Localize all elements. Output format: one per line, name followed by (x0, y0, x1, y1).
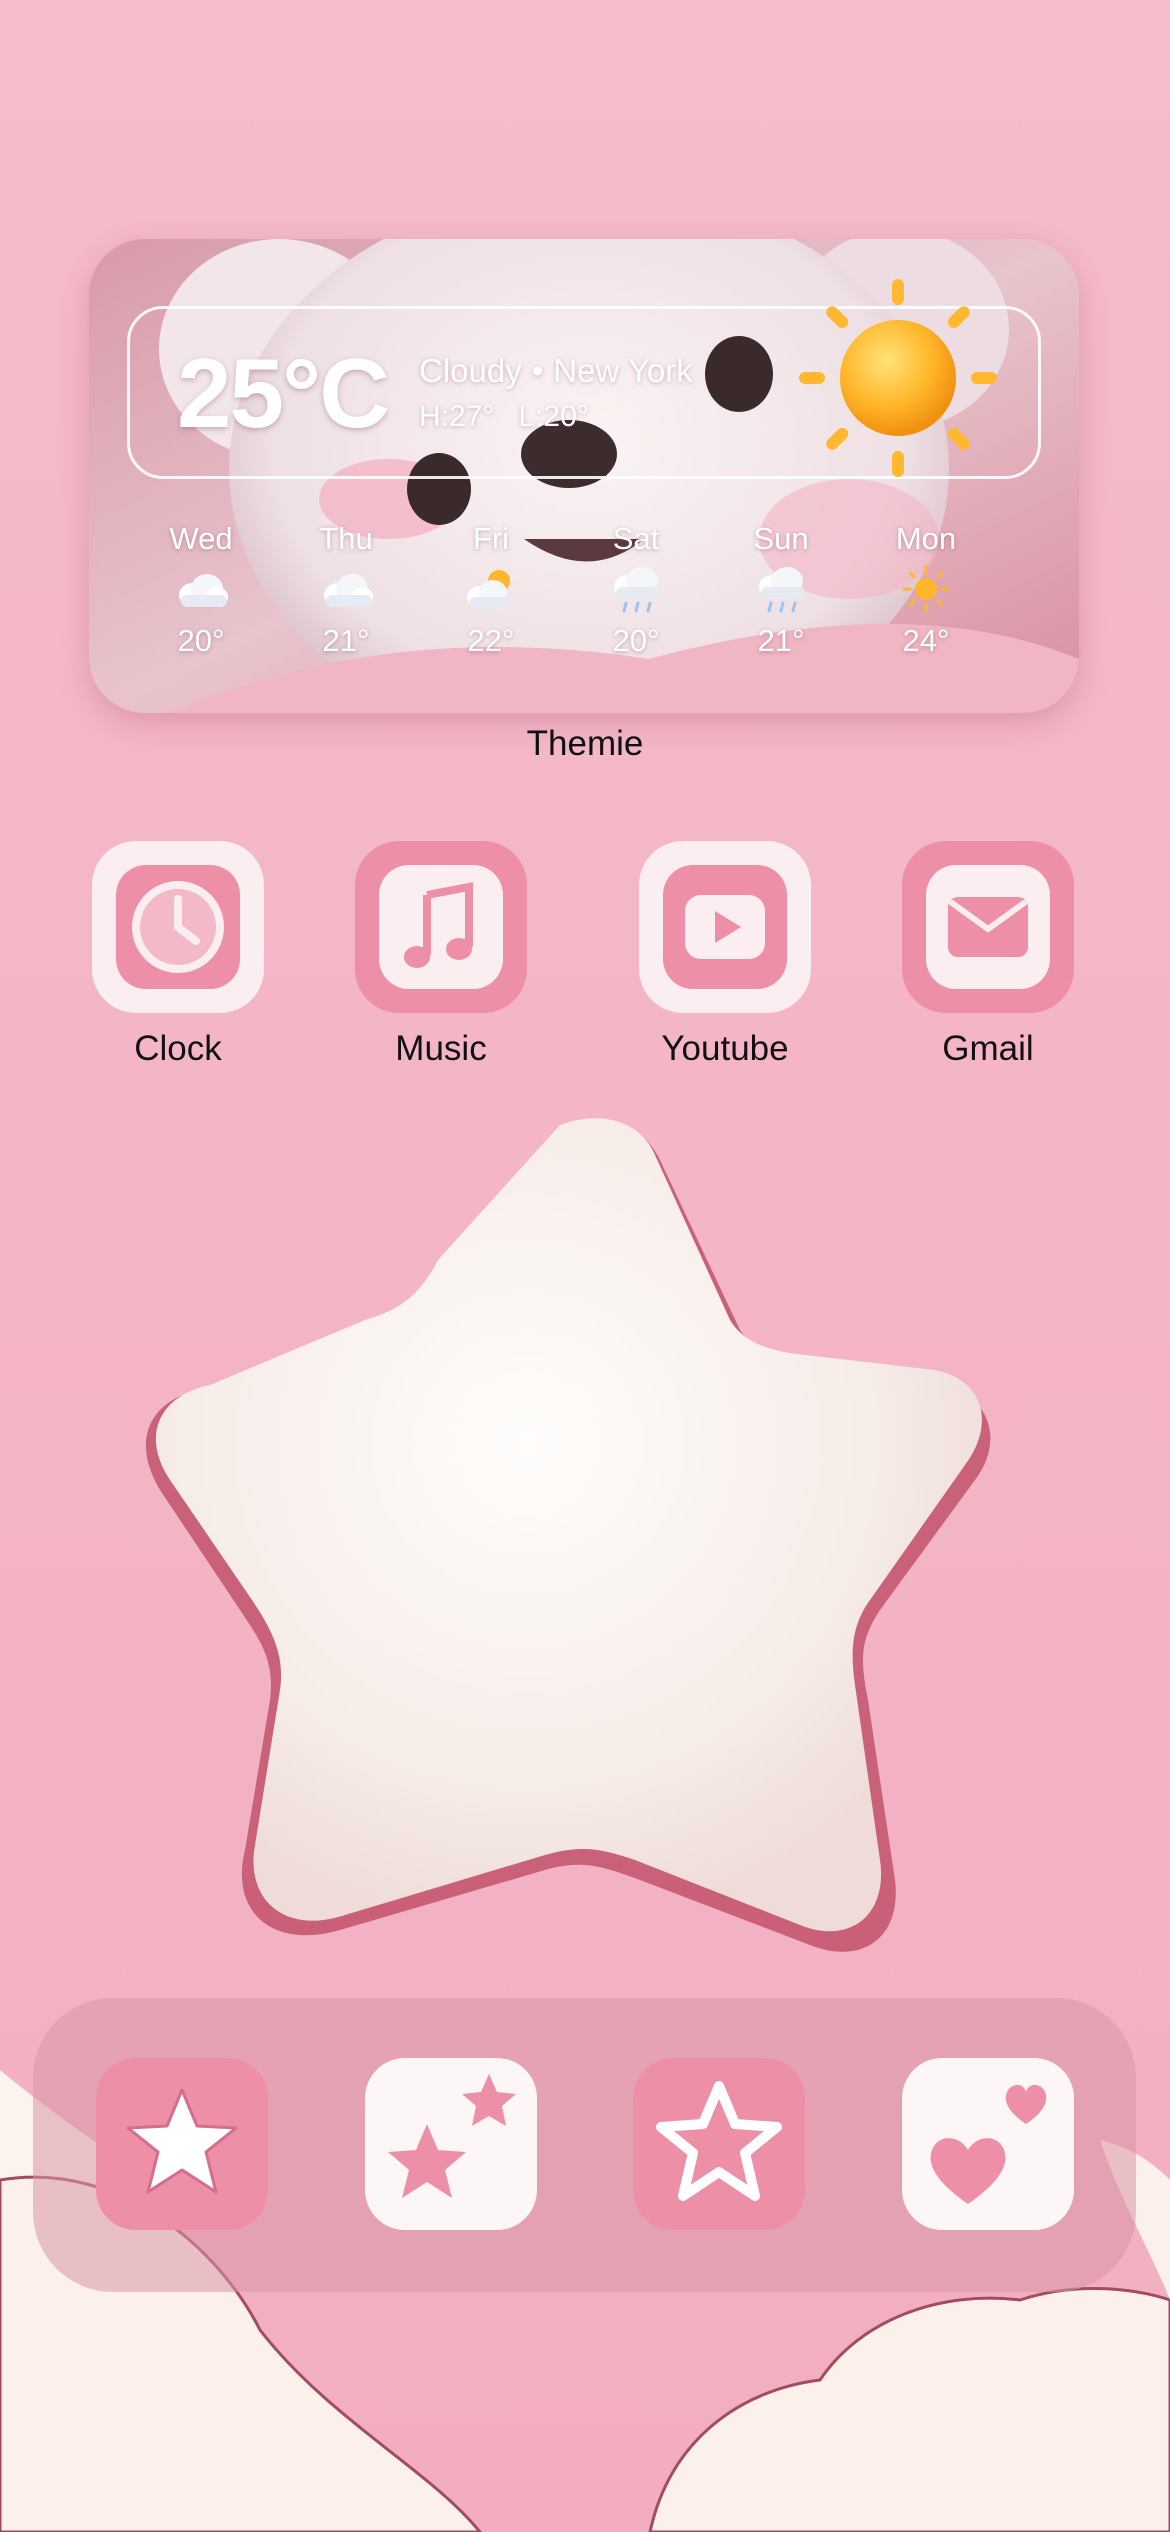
app-youtube[interactable]: Youtube (635, 837, 815, 1077)
dock-app-two-hearts[interactable] (898, 2054, 1078, 2234)
cloud-icon (324, 574, 373, 607)
location-text: New York (553, 352, 693, 389)
forecast-day: Thu 21° (286, 521, 406, 659)
forecast-day-name: Fri (472, 521, 510, 556)
app-label: Gmail (942, 1029, 1034, 1068)
dock-app-two-stars[interactable] (361, 2054, 541, 2234)
sun-icon (799, 279, 997, 477)
forecast-day-name: Sat (612, 521, 660, 556)
dock-app-star[interactable] (92, 2054, 272, 2234)
app-clock[interactable]: Clock (88, 837, 268, 1077)
music-note-icon (355, 841, 527, 1013)
app-gmail[interactable]: Gmail (898, 837, 1078, 1077)
low-temp: L:20° (518, 400, 589, 433)
sun-icon (902, 565, 950, 613)
forecast-day-name: Sun (753, 521, 809, 556)
separator-dot: • (531, 352, 544, 389)
two-hearts-icon (902, 2058, 1074, 2230)
forecast-day: Sat 20° (576, 521, 696, 659)
high-low: H:27° L:20° (419, 400, 589, 434)
dock-app-outlined-star[interactable] (629, 2054, 809, 2234)
high-temp: H:27° (419, 400, 495, 433)
condition-text: Cloudy (419, 352, 522, 389)
rain-cloud-icon (614, 567, 660, 613)
forecast-day-name: Wed (169, 521, 233, 556)
forecast-temp: 21° (757, 623, 805, 658)
outlined-star-icon (633, 2058, 805, 2230)
current-temperature: 25°C (177, 338, 390, 448)
partly-cloudy-icon (467, 570, 510, 609)
star-icon (96, 2058, 268, 2230)
two-stars-icon (365, 2058, 537, 2230)
envelope-icon (902, 841, 1074, 1013)
forecast-temp: 20° (177, 623, 225, 658)
app-label: Youtube (661, 1029, 789, 1068)
widget-label: Themie (526, 724, 644, 763)
clock-icon (92, 841, 264, 1013)
forecast-day: Sun 21° (721, 521, 841, 659)
forecast-temp: 20° (612, 623, 660, 658)
forecast-temp: 24° (902, 623, 950, 658)
forecast-temp: 21° (322, 623, 370, 658)
forecast-day-name: Mon (895, 521, 957, 556)
weather-widget[interactable]: 25°C Cloudy • New York H:27° L:20° Wed 2… (89, 239, 1079, 713)
condition-location: Cloudy • New York (419, 352, 693, 390)
rain-cloud-icon (759, 567, 805, 613)
forecast-temp: 22° (467, 623, 515, 658)
forecast-day: Fri 22° (431, 521, 551, 659)
play-icon (639, 841, 811, 1013)
app-music[interactable]: Music (351, 837, 531, 1077)
forecast-row: Wed 20° Thu 21° Fri 22° Sat 20° Sun 21° … (169, 521, 1001, 701)
app-label: Clock (134, 1029, 222, 1068)
forecast-day: Mon 24° (866, 521, 986, 659)
app-label: Music (395, 1029, 487, 1068)
cloud-icon (179, 574, 228, 607)
dock (33, 1998, 1136, 2292)
forecast-day-name: Thu (319, 521, 373, 556)
forecast-day: Wed 20° (141, 521, 261, 659)
